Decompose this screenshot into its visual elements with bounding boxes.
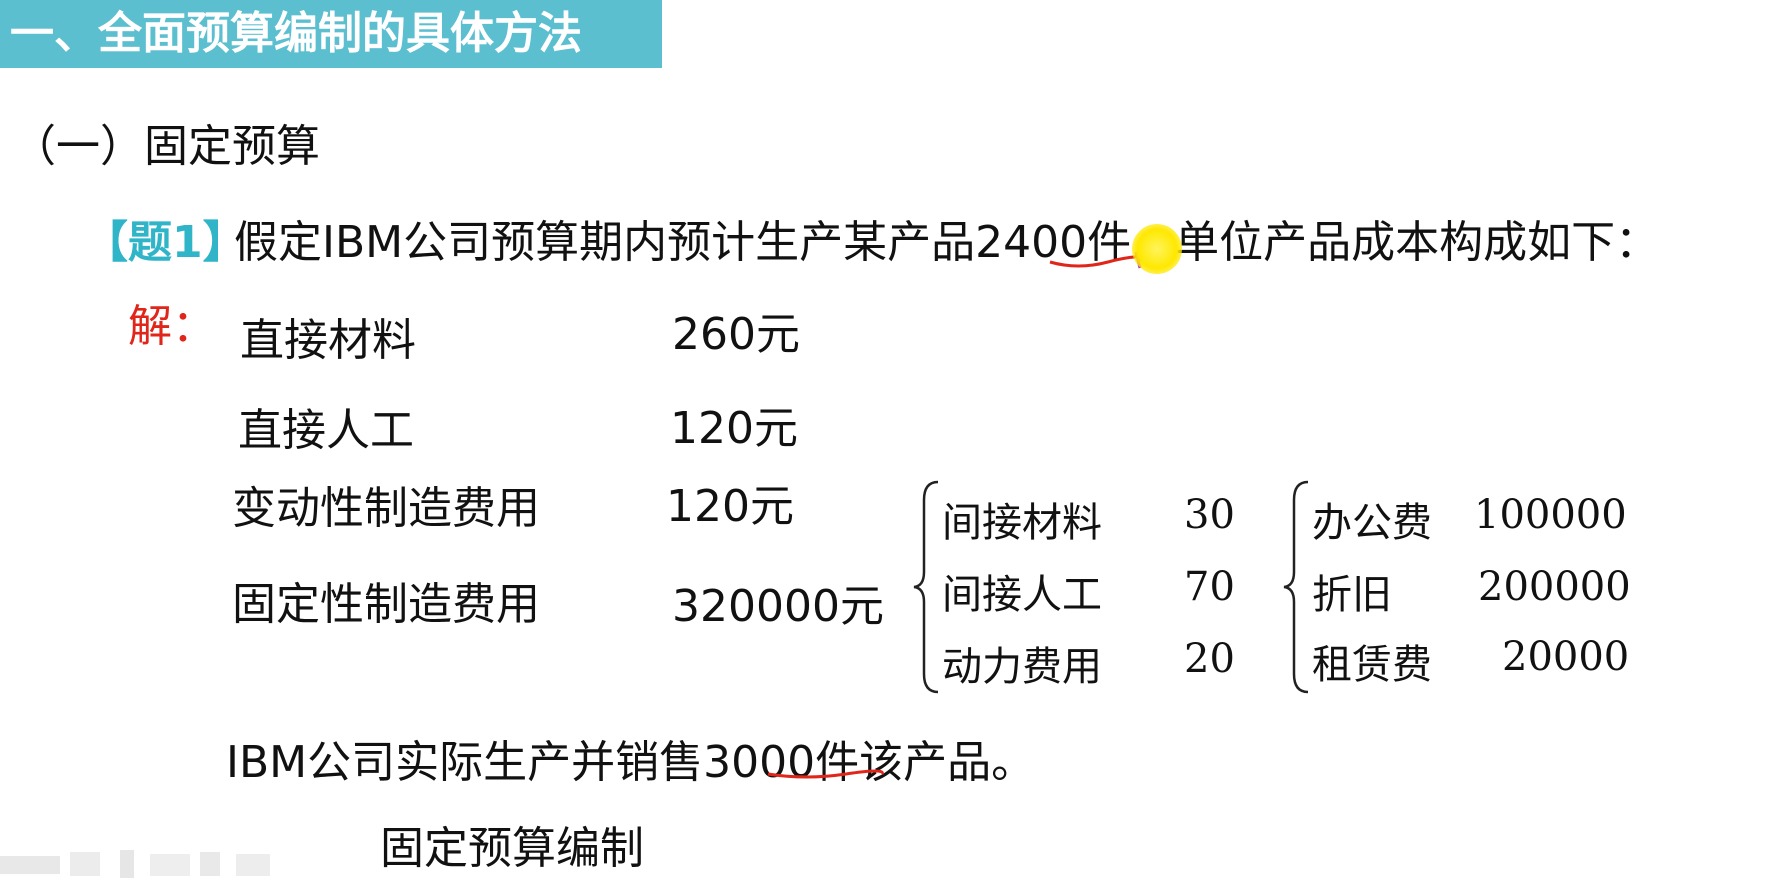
footer-subtitle: 固定预算编制 [380,823,644,874]
question-text-after: ，单位产品成本构成如下： [1131,217,1660,268]
cost-row-label: 变动性制造费用 [232,483,540,534]
page-banner-title: 一、全面预算编制的具体方法 [0,0,662,68]
breakdown-value: 100000 [1474,492,1627,538]
cost-row-value: 320000元 [672,581,884,632]
breakdown-value: 30 [1184,492,1235,538]
breakdown-label: 间接材料 [942,500,1102,546]
cost-row-value: 120元 [670,403,798,454]
watermark-strip [0,850,270,878]
brace-fixed [1283,480,1309,694]
breakdown-label: 动力费用 [942,644,1102,690]
question-tag: 【题1】 [84,217,247,268]
breakdown-label: 折旧 [1312,572,1392,618]
annotation-underline-3000 [767,769,884,779]
solution-label: 解： [128,301,216,352]
breakdown-value: 70 [1184,564,1235,610]
question-text: 假定IBM公司预算期内预计生产某产品2400件，单位产品成本构成如下： [234,206,1659,270]
actual-text-before: IBM公司实际生产并销售 [226,737,704,788]
pointer-highlight [1132,224,1182,274]
section-title: （一）固定预算 [12,121,320,172]
question-text-before: 假定IBM公司预算期内预计生产某产品 [234,217,976,268]
breakdown-label: 办公费 [1312,500,1432,546]
cost-row-value: 260元 [672,309,800,360]
breakdown-value: 20 [1184,636,1235,682]
actual-sentence: IBM公司实际生产并销售3000件该产品。 [226,726,1035,790]
cost-row-label: 固定性制造费用 [232,579,540,630]
breakdown-value: 200000 [1478,564,1631,610]
cost-row-label: 直接人工 [238,405,414,456]
cost-row-value: 120元 [666,481,794,532]
breakdown-label: 租赁费 [1312,642,1432,688]
breakdown-value: 20000 [1502,634,1630,680]
cost-row-label: 直接材料 [240,315,416,366]
breakdown-label: 间接人工 [942,572,1102,618]
brace-variable [913,480,939,694]
